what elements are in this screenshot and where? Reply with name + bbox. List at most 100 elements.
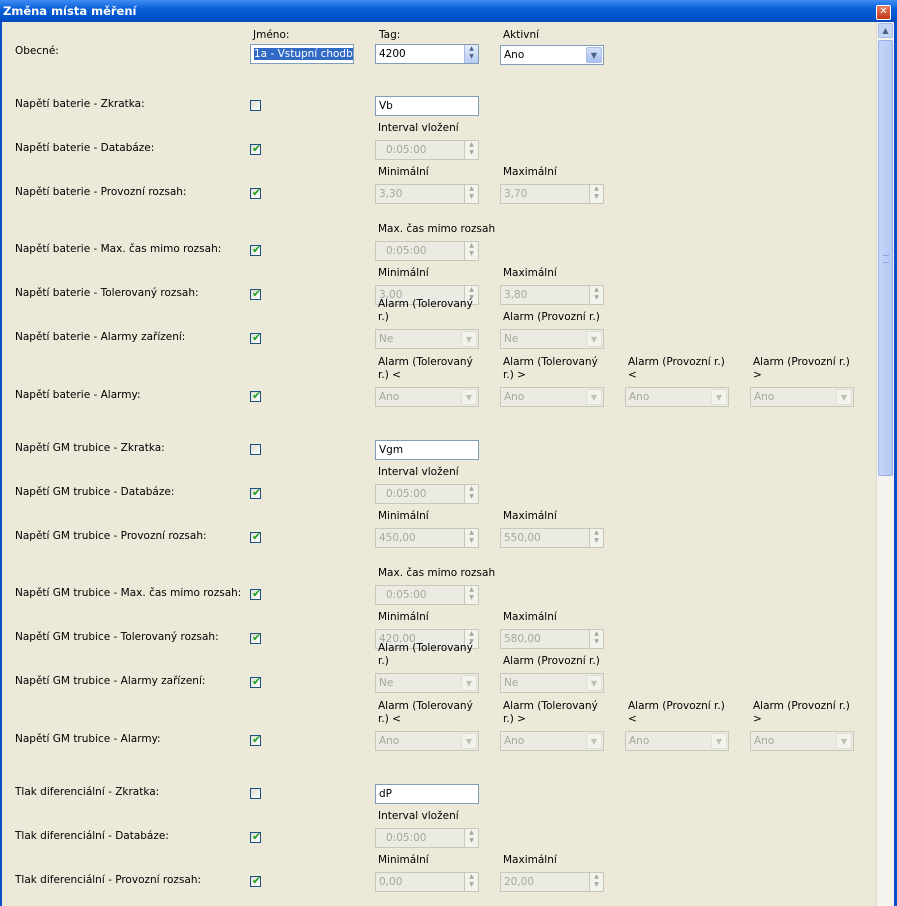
value-stepper[interactable]: 20,00 ▲ ▼ — [500, 872, 604, 892]
value-stepper[interactable]: 0:05:00 ▲ ▼ — [375, 241, 479, 261]
alarm-select[interactable]: Ne ▼ — [375, 329, 479, 349]
row-checkbox[interactable] — [250, 444, 261, 455]
alarm-select[interactable]: Ne ▼ — [500, 329, 604, 349]
spin-icon[interactable]: ▲ ▼ — [464, 141, 478, 159]
alarm-select[interactable]: Ano ▼ — [500, 387, 604, 407]
checkmark-icon: ✔ — [252, 675, 262, 688]
value-stepper[interactable]: 0,00 ▲ ▼ — [375, 872, 479, 892]
row-checkbox[interactable]: ✔ — [250, 186, 261, 199]
spin-icon[interactable]: ▲ ▼ — [464, 185, 478, 203]
value-stepper[interactable]: 0:05:00 ▲ ▼ — [375, 585, 479, 605]
alarm-select[interactable]: Ano ▼ — [750, 731, 854, 751]
value-stepper[interactable]: 450,00 ▲ ▼ — [375, 528, 479, 548]
row-checkbox[interactable]: ✔ — [250, 331, 261, 344]
alarm-select[interactable]: Ano ▼ — [625, 731, 729, 751]
alarm-select[interactable]: Ne ▼ — [500, 673, 604, 693]
field-caption: Minimální — [378, 510, 429, 522]
row-checkbox[interactable]: ✔ — [250, 287, 262, 300]
spin-icon[interactable]: ▲ ▼ — [464, 529, 478, 547]
spin-icon[interactable]: ▲ ▼ — [589, 286, 603, 304]
row-checkbox[interactable]: ✔ — [250, 631, 261, 644]
spin-icon[interactable]: ▲ ▼ — [464, 873, 478, 891]
chevron-down-icon[interactable]: ▼ — [461, 331, 477, 347]
stepper-value: 20,00 — [504, 876, 535, 888]
alarm-select[interactable]: Ano ▼ — [500, 731, 604, 751]
value-stepper[interactable]: 0:05:00 ▲ ▼ — [375, 484, 479, 504]
chevron-down-icon[interactable]: ▼ — [461, 733, 477, 749]
value-stepper[interactable]: 3,80 ▲ ▼ — [500, 285, 604, 305]
row-label: Napětí baterie - Provozní rozsah: — [15, 186, 187, 198]
row-checkbox[interactable]: ✔ — [250, 486, 261, 499]
field-caption: Alarm (Tolerovaný r.) > — [503, 700, 598, 725]
spin-icon[interactable]: ▲ ▼ — [589, 873, 603, 891]
tag-caption: Tag: — [379, 29, 401, 41]
chevron-down-icon[interactable]: ▼ — [711, 733, 727, 749]
row-checkbox[interactable]: ✔ — [250, 389, 261, 402]
row-label: Napětí GM trubice - Alarmy: — [15, 733, 161, 745]
alarm-select[interactable]: Ne ▼ — [375, 673, 479, 693]
value-stepper[interactable]: 0:05:00 ▲ ▼ — [375, 828, 479, 848]
row-label: Napětí baterie - Zkratka: — [15, 98, 145, 110]
value-stepper[interactable]: 3,70 ▲ ▼ — [500, 184, 604, 204]
row-checkbox[interactable]: ✔ — [250, 675, 262, 688]
spin-icon[interactable]: ▲ ▼ — [464, 586, 478, 604]
active-caption: Aktivní — [503, 29, 540, 41]
tag-spin-icon[interactable]: ▲ ▼ — [464, 45, 478, 63]
chevron-down-icon[interactable]: ▼ — [461, 389, 477, 405]
row-checkbox[interactable]: ✔ — [250, 830, 261, 843]
scroll-thumb[interactable] — [878, 40, 893, 476]
chevron-down-icon[interactable]: ▼ — [586, 675, 602, 691]
checkmark-icon: ✔ — [252, 287, 262, 300]
abbreviation-input[interactable]: dP — [375, 784, 479, 804]
abbreviation-input[interactable]: Vb — [375, 96, 479, 116]
spin-icon[interactable]: ▲ ▼ — [589, 185, 603, 203]
row-checkbox[interactable]: ✔ — [250, 587, 261, 600]
alarm-select[interactable]: Ano ▼ — [625, 387, 729, 407]
row-checkbox[interactable]: ✔ — [250, 243, 262, 256]
spin-icon[interactable]: ▲ ▼ — [589, 630, 603, 648]
row-checkbox[interactable]: ✔ — [250, 530, 261, 543]
row-checkbox[interactable]: ✔ — [250, 142, 261, 155]
window-title: Změna místa měření — [3, 4, 137, 18]
chevron-down-icon[interactable]: ▼ — [461, 675, 477, 691]
field-caption: Maximální — [503, 267, 557, 279]
select-value: Ne — [504, 677, 519, 689]
row-checkbox[interactable] — [250, 788, 261, 799]
field-caption: Minimální — [378, 854, 429, 866]
chevron-down-icon[interactable]: ▼ — [836, 389, 852, 405]
row-label: Napětí baterie - Databáze: — [15, 142, 155, 154]
chevron-down-icon[interactable]: ▼ — [586, 47, 602, 63]
row-label: Napětí GM trubice - Provozní rozsah: — [15, 530, 207, 542]
value-stepper[interactable]: 3,30 ▲ ▼ — [375, 184, 479, 204]
row-checkbox[interactable] — [250, 100, 261, 111]
chevron-down-icon[interactable]: ▼ — [586, 733, 602, 749]
scroll-up-icon[interactable]: ▲ — [878, 23, 893, 38]
alarm-select[interactable]: Ano ▼ — [750, 387, 854, 407]
close-icon[interactable]: ✕ — [876, 5, 891, 20]
checkmark-icon: ✔ — [252, 243, 262, 256]
alarm-select[interactable]: Ano ▼ — [375, 387, 479, 407]
abbreviation-input[interactable]: Vgm — [375, 440, 479, 460]
active-value: Ano — [504, 49, 525, 61]
row-checkbox[interactable]: ✔ — [250, 733, 262, 746]
spin-icon[interactable]: ▲ ▼ — [464, 485, 478, 503]
spin-icon[interactable]: ▲ ▼ — [464, 242, 478, 260]
chevron-down-icon[interactable]: ▼ — [586, 331, 602, 347]
name-input[interactable]: 1a - Vstupní chodba — [250, 44, 354, 64]
checkmark-icon: ✔ — [252, 733, 262, 746]
chevron-down-icon[interactable]: ▼ — [711, 389, 727, 405]
chevron-down-icon[interactable]: ▼ — [836, 733, 852, 749]
active-select[interactable]: Ano ▼ — [500, 45, 604, 65]
value-stepper[interactable]: 580,00 ▲ ▼ — [500, 629, 604, 649]
field-caption: Minimální — [378, 267, 429, 279]
vertical-scrollbar[interactable]: ▲ — [876, 22, 894, 906]
value-stepper[interactable]: 0:05:00 ▲ ▼ — [375, 140, 479, 160]
spin-icon[interactable]: ▲ ▼ — [589, 529, 603, 547]
spin-icon[interactable]: ▲ ▼ — [464, 829, 478, 847]
row-checkbox[interactable]: ✔ — [250, 874, 261, 887]
chevron-down-icon[interactable]: ▼ — [586, 389, 602, 405]
value-stepper[interactable]: 550,00 ▲ ▼ — [500, 528, 604, 548]
tag-stepper[interactable]: 4200 ▲ ▼ — [375, 44, 479, 64]
alarm-select[interactable]: Ano ▼ — [375, 731, 479, 751]
abbreviation-value: Vb — [379, 100, 393, 112]
